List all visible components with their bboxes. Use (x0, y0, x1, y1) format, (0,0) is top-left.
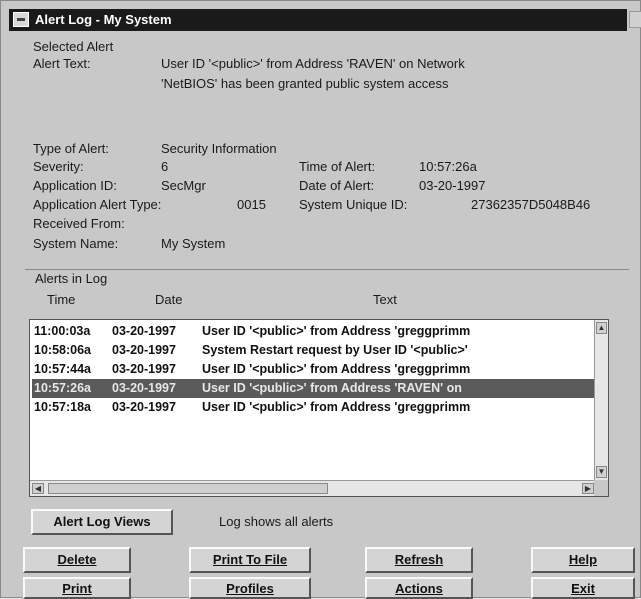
row-date: 03-20-1997 (112, 324, 176, 338)
row-time: 10:57:18a (34, 400, 91, 414)
row-time: 10:58:06a (34, 343, 91, 357)
row-time: 10:57:26a (34, 381, 91, 395)
row-time: 10:57:44a (34, 362, 91, 376)
row-date: 03-20-1997 (112, 343, 176, 357)
system-menu-icon[interactable] (13, 12, 29, 27)
application-id-value: SecMgr (161, 178, 206, 193)
row-text: User ID '<public>' from Address 'RAVEN' … (202, 381, 462, 395)
time-of-alert-value: 10:57:26a (419, 159, 477, 174)
alert-text-label: Alert Text: (33, 56, 91, 71)
row-date: 03-20-1997 (112, 381, 176, 395)
type-of-alert-value: Security Information (161, 141, 277, 156)
type-of-alert-label: Type of Alert: (33, 141, 109, 156)
system-name-label: System Name: (33, 236, 119, 251)
group-divider (25, 269, 629, 270)
table-row[interactable]: 10:57:18a 03-20-1997 User ID '<public>' fr… (34, 398, 594, 417)
horizontal-scrollbar[interactable]: ◀ ▶ (30, 480, 596, 496)
alert-log-window: Alert Log - My System Selected Alert Ale… (0, 0, 641, 599)
selected-alert-group-label: Selected Alert (33, 39, 114, 54)
window-title: Alert Log - My System (35, 12, 172, 27)
application-id-label: Application ID: (33, 178, 117, 193)
column-header-date[interactable]: Date (155, 292, 182, 307)
alert-text-line1: User ID '<public>' from Address 'RAVEN' … (161, 56, 465, 71)
severity-value: 6 (161, 159, 169, 174)
row-date: 03-20-1997 (112, 400, 176, 414)
print-to-file-button[interactable]: Print To File (189, 547, 311, 573)
horizontal-scroll-thumb[interactable] (48, 483, 328, 494)
row-date: 03-20-1997 (112, 362, 176, 376)
alert-log-views-button[interactable]: Alert Log Views (31, 509, 173, 535)
column-header-time[interactable]: Time (47, 292, 75, 307)
application-alert-type-value: 0015 (237, 197, 266, 212)
profiles-button[interactable]: Profiles (189, 577, 311, 599)
row-text: System Restart request by User ID '<publ… (202, 343, 468, 357)
row-time: 11:00:03a (34, 324, 91, 338)
title-bar[interactable]: Alert Log - My System (9, 9, 641, 31)
vertical-scrollbar[interactable]: ▲ ▼ (594, 320, 608, 480)
date-of-alert-value: 03-20-1997 (419, 178, 486, 193)
scrollbar-corner (594, 480, 608, 496)
system-unique-id-label: System Unique ID: (299, 197, 408, 212)
actions-button[interactable]: Actions (365, 577, 473, 599)
table-row[interactable]: 10:58:06a 03-20-1997 System Restart reques… (34, 341, 594, 360)
help-button[interactable]: Help (531, 547, 635, 573)
alerts-in-log-group-label: Alerts in Log (33, 271, 110, 286)
exit-button[interactable]: Exit (531, 577, 635, 599)
views-status-text: Log shows all alerts (219, 514, 334, 529)
row-text: User ID '<public>' from Address 'greggpr… (202, 400, 471, 414)
maximize-icon[interactable] (629, 11, 641, 28)
system-name-value: My System (161, 236, 226, 251)
alert-text-line2: 'NetBIOS' has been granted public system… (161, 76, 449, 91)
time-of-alert-label: Time of Alert: (299, 159, 376, 174)
scroll-left-icon[interactable]: ◀ (32, 483, 44, 494)
row-text: User ID '<public>' from Address 'greggpr… (202, 324, 471, 338)
table-row-selected[interactable]: 10:57:26a 03-20-1997 User ID '<public>' fr… (32, 379, 596, 398)
print-button[interactable]: Print (23, 577, 131, 599)
scroll-up-icon[interactable]: ▲ (596, 322, 607, 334)
application-alert-type-label: Application Alert Type: (33, 197, 162, 212)
date-of-alert-label: Date of Alert: (299, 178, 375, 193)
severity-label: Severity: (33, 159, 84, 174)
received-from-label: Received From: (33, 216, 125, 231)
table-row[interactable]: 10:57:44a 03-20-1997 User ID '<public>' fr… (34, 360, 594, 379)
refresh-button[interactable]: Refresh (365, 547, 473, 573)
column-header-text[interactable]: Text (373, 292, 397, 307)
system-unique-id-value: 27362357D5048B46 (471, 197, 591, 212)
scroll-right-icon[interactable]: ▶ (582, 483, 594, 494)
alerts-listbox[interactable]: 11:00:03a 03-20-1997 User ID '<public>' fr… (29, 319, 609, 497)
delete-button[interactable]: Delete (23, 547, 131, 573)
scroll-down-icon[interactable]: ▼ (596, 466, 607, 478)
table-row[interactable]: 11:00:03a 03-20-1997 User ID '<public>' fr… (34, 322, 594, 341)
row-text: User ID '<public>' from Address 'greggpr… (202, 362, 471, 376)
